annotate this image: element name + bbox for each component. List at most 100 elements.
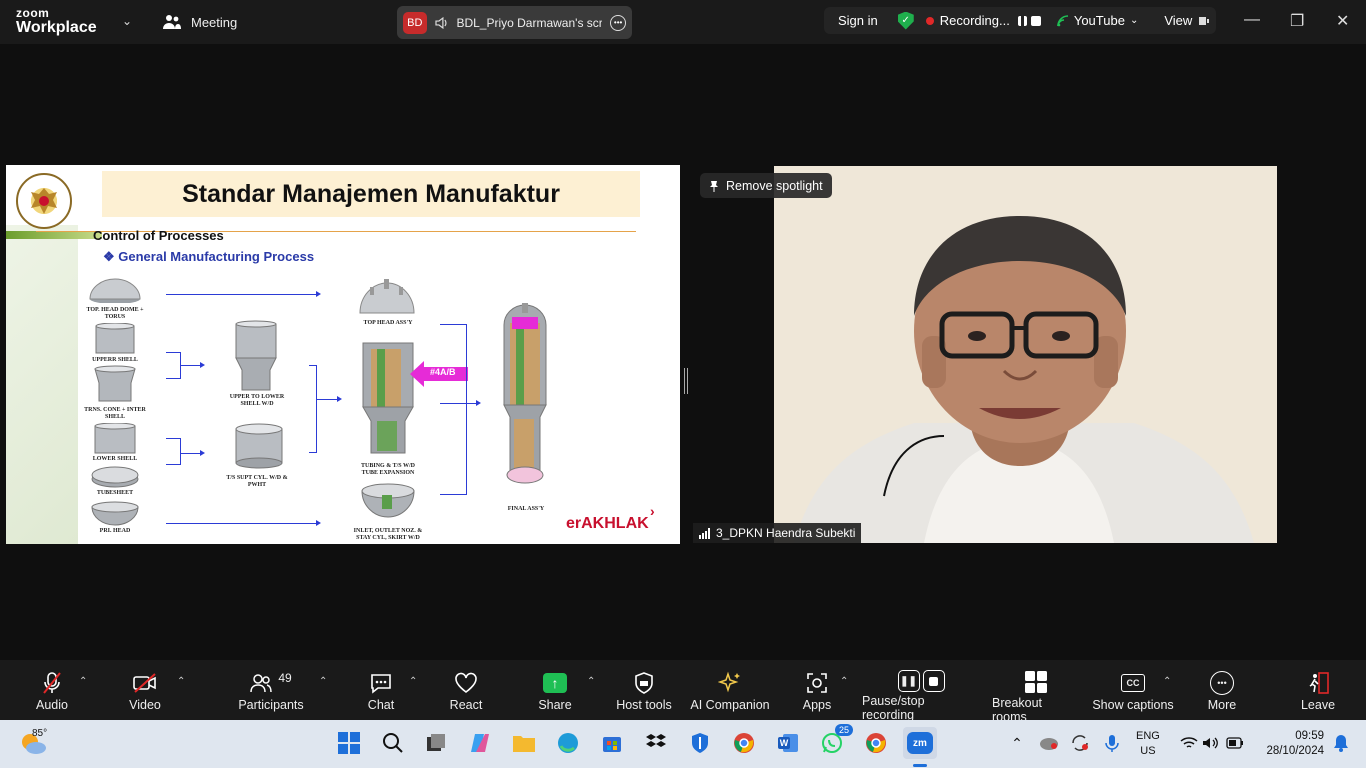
ts-support-cylinder-image [235,423,283,469]
more-button[interactable]: ••• More [1202,660,1242,720]
sync-icon[interactable] [1067,730,1093,756]
participants-button[interactable]: 49 Participants [238,660,304,720]
close-icon[interactable]: ✕ [1336,11,1349,31]
battery-icon[interactable] [1222,730,1248,756]
sign-in-button[interactable]: Sign in [838,13,878,28]
microphone-muted-icon [43,672,61,694]
part-pri-head: PRI. HEAD [99,528,131,534]
transition-cone-image [94,365,136,402]
participants-icon [250,674,273,693]
sharer-avatar: BD [403,11,427,34]
pause-stop-recording-button[interactable]: ❚❚ Pause/stop recording [862,660,980,722]
edge-icon[interactable] [555,730,581,756]
flow-arrow [166,520,321,526]
task-view-icon[interactable] [423,730,449,756]
language-indicator[interactable]: ENG US [1136,729,1160,759]
chevron-up-icon[interactable]: ⌃ [409,676,417,687]
flow-connector [166,352,180,353]
video-button[interactable]: Video [122,660,168,720]
flow-connector [440,494,467,495]
sparkle-icon [718,671,740,693]
view-menu[interactable]: View [1164,13,1210,28]
share-button[interactable]: ↑ Share [536,660,574,720]
lower-shell-image [94,423,136,454]
minimize-icon[interactable]: — [1244,11,1260,29]
chevron-down-icon: ⌄ [1129,15,1139,26]
video-muted-icon [133,673,156,693]
chevron-down-icon[interactable]: ⌄ [122,14,132,28]
participant-video[interactable] [774,166,1277,543]
captions-label: Show captions [1092,698,1174,712]
captions-icon: CC [1121,674,1145,692]
whatsapp-icon[interactable]: 25 [819,724,853,756]
notification-bell-icon[interactable] [1328,730,1354,756]
audio-label: Audio [36,698,68,712]
share-name: BDL_Priyo Darmawan's scree [456,15,603,30]
breakout-rooms-button[interactable]: Breakout rooms [992,660,1080,724]
inlet-outlet-nozzle-image [361,483,415,518]
weather-widget[interactable]: 85° [18,728,50,756]
system-clock[interactable]: 09:59 28/10/2024 [1254,729,1324,759]
meeting-menu[interactable]: Meeting [163,14,237,30]
flow-connector [309,452,317,453]
bitwarden-icon[interactable] [687,730,713,756]
part-ts-supt: T/S SUPT CYL. W/D & PWHT [226,475,288,488]
view-layout-icon [1199,16,1210,25]
chevron-up-icon[interactable]: ⌃ [79,676,87,687]
word-icon[interactable]: W [775,730,801,756]
ai-companion-label: AI Companion [690,698,770,712]
ai-companion-button[interactable]: AI Companion [690,660,770,720]
chat-icon [371,674,391,694]
youtube-stream-menu[interactable]: YouTube ⌄ [1057,13,1138,28]
clock-time: 09:59 [1295,730,1324,742]
chevron-up-icon[interactable]: ⌃ [1004,730,1030,756]
youtube-label: YouTube [1073,13,1125,28]
file-explorer-icon[interactable] [511,730,537,756]
restore-icon[interactable]: ❐ [1290,11,1304,31]
remove-spotlight-button[interactable]: Remove spotlight [700,173,832,198]
slide-accent-bar [6,231,102,239]
antivirus-icon[interactable] [1036,730,1062,756]
flow-connector [466,324,467,494]
chat-button[interactable]: Chat [362,660,400,720]
host-tools-button[interactable]: Host tools [616,660,672,720]
chevron-up-icon[interactable]: ⌃ [840,676,848,687]
flow-connector [166,438,180,439]
chevron-up-icon[interactable]: ⌃ [1163,676,1171,687]
more-label: More [1207,698,1237,712]
microphone-icon[interactable] [1099,730,1125,756]
part-top-head: TOP. HEAD DOME + TORUS [86,307,144,320]
chevron-up-icon[interactable]: ⌃ [177,676,185,687]
part-upper-to-lower: UPPER TO LOWER SHELL W/D [229,394,285,407]
pause-recording-button[interactable] [1017,15,1027,26]
show-captions-button[interactable]: CC Show captions [1092,660,1174,720]
apps-button[interactable]: Apps [800,660,834,720]
participants-label: Participants [238,698,304,712]
next-slide-icon: › [650,503,655,519]
more-options-icon[interactable]: ••• [610,14,627,31]
volume-icon[interactable] [1198,730,1224,756]
screen-share-indicator[interactable]: BD BDL_Priyo Darmawan's scree ••• [397,6,632,39]
chrome-icon[interactable] [731,730,757,756]
meeting-label: Meeting [191,14,238,30]
participant-name-tag: 3_DPKN Haendra Subekti [693,523,862,543]
react-button[interactable]: React [446,660,486,720]
part-top-head-assy: TOP HEAD ASS'Y [363,320,413,326]
leave-button[interactable]: Leave [1300,660,1336,720]
encryption-shield-icon[interactable]: ✓ [897,11,914,30]
store-icon[interactable] [599,730,625,756]
chevron-up-icon[interactable]: ⌃ [587,676,595,687]
leave-icon [1309,672,1329,694]
dropbox-icon[interactable] [643,730,669,756]
start-icon[interactable] [336,730,362,756]
chrome-icon[interactable] [863,730,889,756]
status-pill: Sign in ✓ Recording... YouTube ⌄ View [824,7,1216,34]
search-icon[interactable] [380,730,406,756]
zoom-app-icon[interactable]: zm [903,727,937,759]
stop-recording-button[interactable] [1030,15,1041,26]
audio-button[interactable]: Audio [30,660,74,720]
chevron-up-icon[interactable]: ⌃ [319,676,327,687]
copilot-icon[interactable] [467,730,493,756]
split-resize-handle[interactable] [684,368,688,394]
zoom-logo[interactable]: zoom Workplace [16,7,97,36]
